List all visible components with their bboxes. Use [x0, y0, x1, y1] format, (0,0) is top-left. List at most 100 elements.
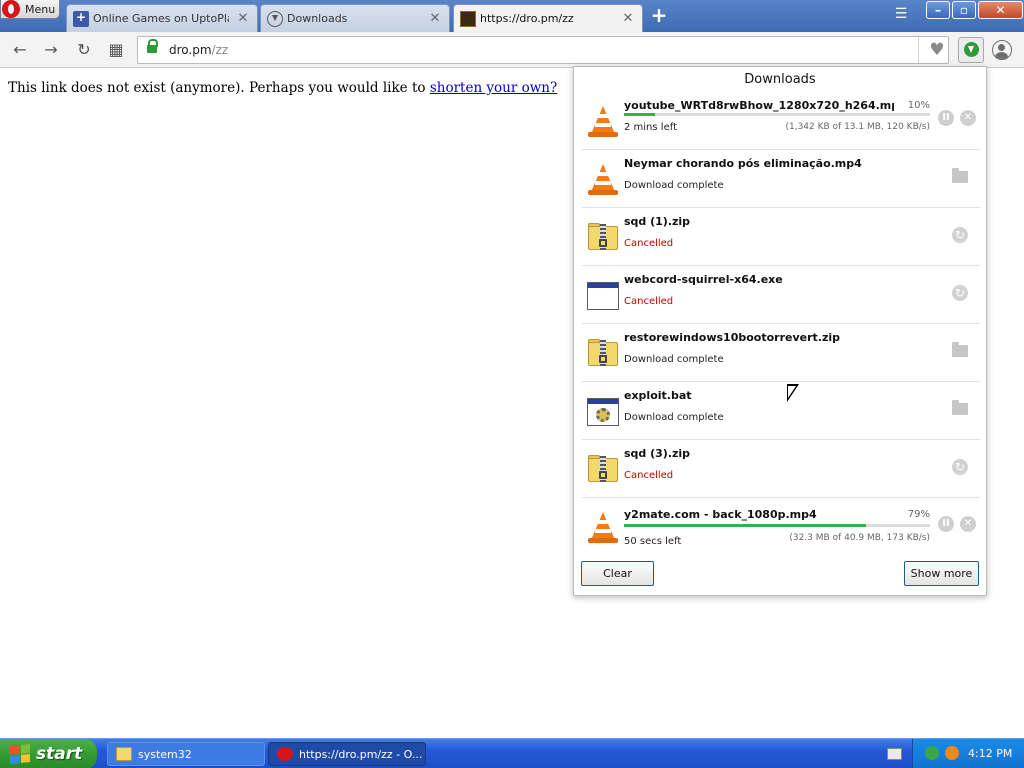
- reload-icon[interactable]: ↻: [74, 40, 94, 60]
- download-item[interactable]: Neymar chorando pós eliminação.mp4 Downl…: [582, 150, 980, 208]
- opera-menu-button[interactable]: Menu: [0, 0, 60, 19]
- windows-taskbar: start system32 https://dro.pm/zz - O... …: [0, 738, 1024, 768]
- download-filename: webcord-squirrel-x64.exe: [624, 273, 783, 286]
- navigation-bar: ← → ↻ ▦ dro.pm/zz ♥: [0, 32, 1024, 68]
- download-progress-bar: [624, 524, 930, 527]
- download-status: Download complete: [624, 412, 724, 423]
- clear-button[interactable]: Clear: [581, 561, 654, 586]
- download-percent: 10%: [907, 100, 930, 111]
- download-filename: restorewindows10bootorrevert.zip: [624, 331, 840, 344]
- download-item[interactable]: youtube_WRTd8rwBhow_1280x720_h264.mp4 10…: [582, 92, 980, 150]
- heart-icon[interactable]: ♥: [927, 41, 947, 59]
- show-more-button[interactable]: Show more: [904, 561, 979, 586]
- folder-icon: [116, 747, 132, 761]
- download-status: Download complete: [624, 180, 724, 191]
- download-item[interactable]: sqd (1).zip Cancelled ↻: [582, 208, 980, 266]
- close-window-button[interactable]: ✕: [978, 1, 1023, 19]
- tab-label: Online Games on UptoPlay —: [93, 12, 229, 25]
- download-progress-fill: [624, 524, 866, 527]
- vlc-icon: [586, 510, 620, 544]
- download-favicon-icon: [267, 10, 283, 27]
- tab-label: Downloads: [287, 12, 348, 25]
- taskbar-item-label: system32: [138, 747, 192, 761]
- pause-icon[interactable]: II: [938, 516, 954, 532]
- mouse-cursor-icon: [787, 384, 799, 402]
- taskbar-item-label: https://dro.pm/zz - O...: [299, 747, 423, 761]
- account-icon[interactable]: [992, 40, 1012, 60]
- new-tab-button[interactable]: +: [648, 5, 670, 26]
- download-filename: exploit.bat: [624, 389, 692, 402]
- maximize-button[interactable]: ▫: [952, 1, 976, 19]
- tab-close-icon[interactable]: ✕: [622, 11, 634, 26]
- speed-dial-icon[interactable]: ▦: [106, 40, 126, 60]
- zip-folder-icon: [586, 220, 620, 254]
- bat-icon: [586, 394, 620, 428]
- download-detail: (32.3 MB of 40.9 MB, 173 KB/s): [789, 533, 930, 543]
- cancel-icon[interactable]: ✕: [960, 110, 976, 126]
- uptoplay-favicon-icon: [73, 10, 89, 27]
- download-progress-fill: [624, 113, 655, 116]
- download-percent: 79%: [907, 509, 930, 520]
- opera-logo-icon: [2, 0, 20, 18]
- network-icon[interactable]: [925, 746, 939, 760]
- download-status: 50 secs left: [624, 536, 682, 547]
- tab-dro-pm[interactable]: https://dro.pm/zz ✕: [453, 4, 643, 32]
- windows-flag-icon: [10, 743, 30, 765]
- show-in-folder-icon[interactable]: [952, 400, 968, 415]
- tab-close-icon[interactable]: ✕: [429, 11, 441, 26]
- download-filename: youtube_WRTd8rwBhow_1280x720_h264.mp4: [624, 99, 894, 112]
- download-detail: (1,342 KB of 13.1 MB, 120 KB/s): [785, 122, 930, 132]
- keyboard-icon[interactable]: [887, 748, 902, 760]
- taskbar-item-opera[interactable]: https://dro.pm/zz - O...: [268, 742, 426, 766]
- zip-folder-icon: [586, 336, 620, 370]
- show-in-folder-icon[interactable]: [952, 342, 968, 357]
- download-progress-bar: [624, 113, 930, 116]
- download-status: Cancelled: [624, 470, 674, 481]
- exe-icon: [586, 278, 620, 312]
- tab-close-icon[interactable]: ✕: [237, 11, 249, 26]
- show-in-folder-icon[interactable]: [952, 168, 968, 183]
- download-status: Download complete: [624, 354, 724, 365]
- retry-icon[interactable]: ↻: [952, 227, 968, 243]
- download-item[interactable]: exploit.bat Download complete: [582, 382, 980, 440]
- download-item[interactable]: webcord-squirrel-x64.exe Cancelled ↻: [582, 266, 980, 324]
- download-item[interactable]: restorewindows10bootorrevert.zip Downloa…: [582, 324, 980, 382]
- downloads-panel-title: Downloads: [744, 72, 816, 87]
- address-bar[interactable]: dro.pm/zz ♥: [137, 36, 949, 64]
- downloads-panel: Downloads youtube_WRTd8rwBhow_1280x720_h…: [573, 66, 987, 596]
- menu-label: Menu: [25, 2, 56, 16]
- shorten-link[interactable]: shorten your own?: [430, 80, 557, 96]
- start-label: start: [36, 744, 83, 764]
- tab-online-games[interactable]: Online Games on UptoPlay — ✕: [66, 4, 258, 32]
- taskbar-item-system32[interactable]: system32: [107, 742, 265, 766]
- clock[interactable]: 4:12 PM: [968, 747, 1012, 760]
- download-arrow-icon: [964, 42, 979, 57]
- download-filename: Neymar chorando pós eliminação.mp4: [624, 157, 862, 170]
- cancel-icon[interactable]: ✕: [960, 516, 976, 532]
- vlc-icon: [586, 162, 620, 196]
- forward-icon[interactable]: →: [41, 40, 61, 60]
- dro-pm-favicon-icon: [460, 10, 476, 27]
- download-status: Cancelled: [624, 296, 674, 307]
- download-filename: sqd (1).zip: [624, 215, 691, 228]
- search-tray-icon[interactable]: [945, 746, 959, 760]
- download-item[interactable]: y2mate.com - back_1080p.mp4 79% 50 secs …: [582, 498, 980, 556]
- pause-icon[interactable]: II: [938, 110, 954, 126]
- vlc-icon: [586, 104, 620, 138]
- download-item[interactable]: sqd (3).zip Cancelled ↻: [582, 440, 980, 498]
- opera-icon: [277, 747, 293, 761]
- minimize-button[interactable]: –: [926, 1, 950, 19]
- page-message: This link does not exist (anymore). Perh…: [8, 80, 557, 96]
- downloads-toolbar-button[interactable]: [958, 37, 984, 63]
- download-status: 2 mins left: [624, 122, 677, 133]
- secure-lock-icon[interactable]: [147, 39, 158, 56]
- start-button[interactable]: start: [0, 739, 97, 768]
- retry-icon[interactable]: ↻: [952, 285, 968, 301]
- retry-icon[interactable]: ↻: [952, 459, 968, 475]
- tab-menu-icon[interactable]: ☰: [892, 6, 910, 24]
- browser-tab-bar: Menu Online Games on UptoPlay — ✕ Downlo…: [0, 0, 1024, 32]
- url-host: dro.pm: [169, 43, 212, 57]
- download-status: Cancelled: [624, 238, 674, 249]
- back-icon[interactable]: ←: [10, 40, 30, 60]
- tab-downloads[interactable]: Downloads ✕: [260, 4, 450, 32]
